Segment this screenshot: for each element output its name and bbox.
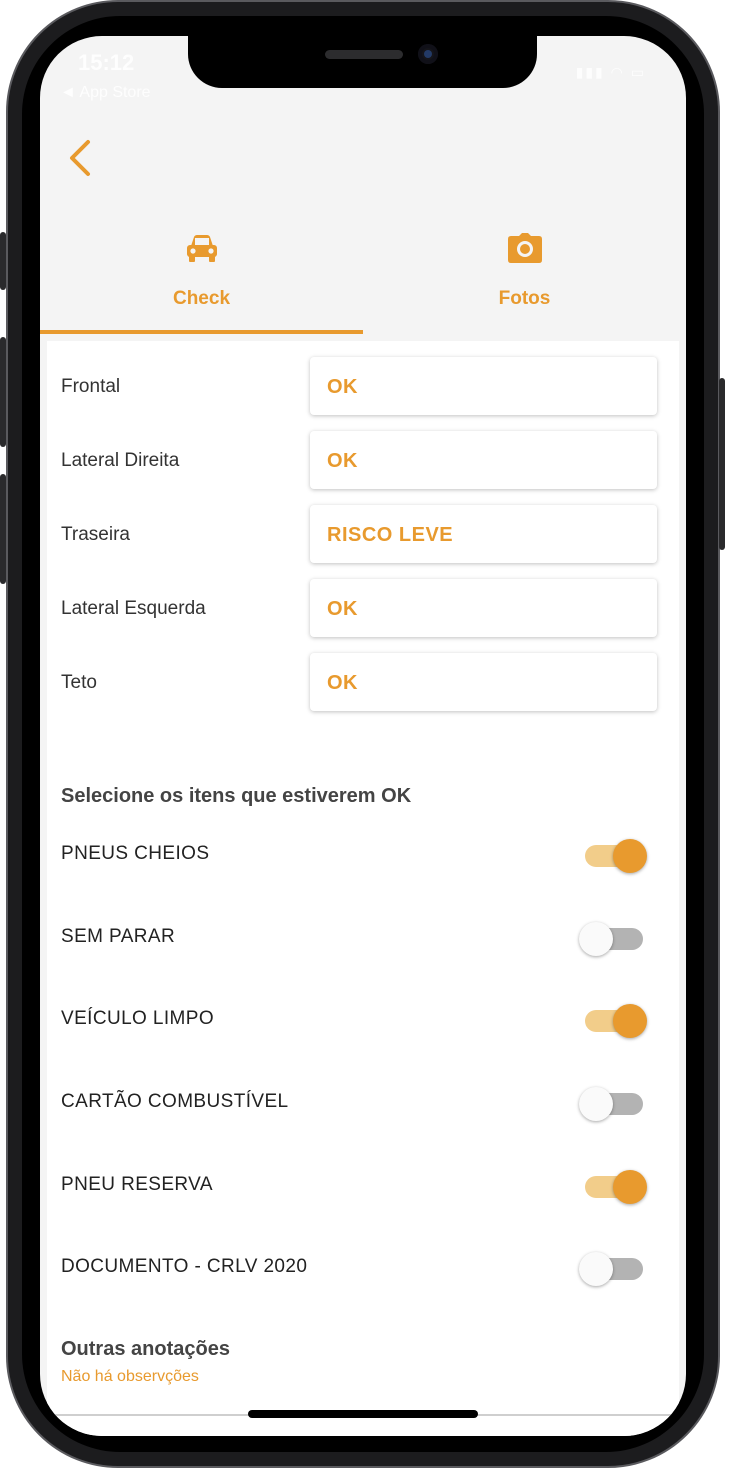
speaker-grille	[325, 50, 403, 59]
tab-check[interactable]: Check	[40, 216, 363, 334]
inspection-row-frontal: Frontal OK	[47, 357, 679, 417]
checklist-toggle[interactable]	[579, 1000, 649, 1040]
inspection-value-field[interactable]: OK	[310, 653, 657, 711]
inspection-value-field[interactable]: OK	[310, 431, 657, 489]
inspection-value-field[interactable]: OK	[310, 579, 657, 637]
wifi-icon: ◠	[610, 64, 625, 80]
inspection-label: Frontal	[61, 376, 121, 397]
inspection-value-field[interactable]: OK	[310, 357, 657, 415]
checklist-title: Selecione os itens que estiverem OK	[61, 785, 412, 807]
home-indicator[interactable]	[248, 1410, 478, 1418]
status-time: 15:12	[78, 50, 135, 75]
app-screen: 15:12 ◄ App Store ▮▮▮ ◠ ▭ Check Fotos Fr…	[40, 36, 686, 1436]
notes-text: Não há observções	[61, 1368, 199, 1385]
tab-check-label: Check	[172, 288, 231, 309]
tab-bar: Check Fotos	[40, 216, 686, 334]
inspection-value: OK	[327, 598, 358, 620]
checklist-item-label: DOCUMENTO - CRLV 2020	[61, 1256, 308, 1277]
inspection-row-lateral-direita: Lateral Direita OK	[47, 431, 679, 491]
checklist-toggle[interactable]	[579, 1083, 649, 1123]
inspection-row-lateral-esquerda: Lateral Esquerda OK	[47, 579, 679, 639]
chevron-left-icon	[70, 140, 90, 176]
checklist-item: PNEUS CHEIOS	[47, 835, 679, 875]
front-camera	[418, 44, 438, 64]
checklist-item: SEM PARAR	[47, 918, 679, 958]
tab-fotos-label: Fotos	[498, 288, 551, 309]
checklist-item-label: PNEUS CHEIOS	[61, 843, 210, 864]
checklist-item-label: VEÍCULO LIMPO	[61, 1008, 215, 1029]
inspection-value: RISCO LEVE	[327, 524, 454, 546]
back-button[interactable]	[62, 136, 102, 180]
active-tab-indicator	[40, 330, 363, 334]
battery-icon: ▭	[630, 64, 646, 80]
checklist-item: VEÍCULO LIMPO	[47, 1000, 679, 1040]
inspection-label: Lateral Direita	[61, 450, 180, 471]
checklist-toggle[interactable]	[579, 1166, 649, 1206]
camera-icon	[507, 233, 542, 263]
checklist-toggle[interactable]	[579, 918, 649, 958]
inspection-label: Traseira	[61, 524, 130, 545]
inspection-value: OK	[327, 672, 358, 694]
volume-down-button	[0, 474, 6, 584]
inspection-value: OK	[327, 450, 358, 472]
checklist-item-label: CARTÃO COMBUSTÍVEL	[61, 1091, 289, 1112]
signal-icon: ▮▮▮	[575, 64, 605, 80]
inspection-row-teto: Teto OK	[47, 653, 679, 713]
volume-up-button	[0, 337, 6, 447]
power-button	[719, 378, 725, 550]
checklist-toggle[interactable]	[579, 1248, 649, 1288]
car-icon	[186, 235, 217, 262]
tab-fotos[interactable]: Fotos	[363, 216, 686, 334]
notes-title: Outras anotações	[61, 1338, 230, 1360]
inspection-row-traseira: Traseira RISCO LEVE	[47, 505, 679, 565]
inspection-label: Teto	[61, 672, 97, 693]
checklist-toggle[interactable]	[579, 835, 649, 875]
inspection-value: OK	[327, 376, 358, 398]
checklist-item: PNEU RESERVA	[47, 1166, 679, 1206]
checklist-item: DOCUMENTO - CRLV 2020	[47, 1248, 679, 1288]
status-icons: ▮▮▮ ◠ ▭	[576, 64, 646, 81]
checklist-item-label: PNEU RESERVA	[61, 1174, 213, 1195]
inspection-label: Lateral Esquerda	[61, 598, 206, 619]
checklist-item-label: SEM PARAR	[61, 926, 176, 947]
status-back-app[interactable]: ◄ App Store	[60, 84, 151, 102]
inspection-value-field[interactable]: RISCO LEVE	[310, 505, 657, 563]
silent-switch	[0, 232, 6, 290]
checklist-item: CARTÃO COMBUSTÍVEL	[47, 1083, 679, 1123]
notch	[188, 36, 537, 88]
check-content: Frontal OK Lateral Direita OK Traseira R…	[47, 341, 679, 1436]
